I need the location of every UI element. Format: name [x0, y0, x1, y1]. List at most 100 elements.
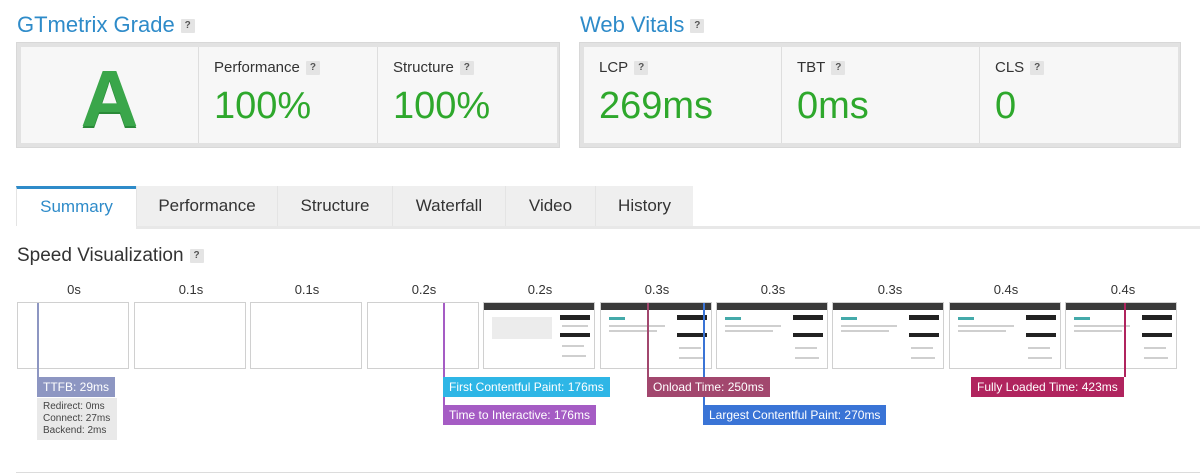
- cls-cell: CLS? 0: [980, 47, 1178, 143]
- filmstrip-frame-blank[interactable]: [250, 302, 362, 369]
- tick-label: 0.1s: [294, 282, 320, 297]
- help-icon[interactable]: ?: [305, 61, 320, 76]
- screenshot-logo: [841, 317, 857, 320]
- screenshot-line: [679, 357, 703, 359]
- screenshot-line: [725, 330, 773, 332]
- screenshot-button: [1026, 315, 1056, 320]
- tick-label: 0.2s: [527, 282, 553, 297]
- lcp-value: 269ms: [599, 85, 714, 127]
- fully-loaded-tag: Fully Loaded Time: 423ms: [971, 377, 1124, 397]
- tab-waterfall[interactable]: Waterfall: [392, 186, 505, 226]
- screenshot-line: [795, 357, 819, 359]
- tick-label: 0.2s: [411, 282, 437, 297]
- screenshot-logo: [609, 317, 625, 320]
- screenshot-line: [725, 325, 781, 327]
- structure-cell: Structure? 100%: [378, 47, 557, 143]
- tbt-value: 0ms: [797, 85, 869, 127]
- tick-label: 0.4s: [1110, 282, 1136, 297]
- speed-visualization-title-text: Speed Visualization: [17, 245, 184, 266]
- structure-label-text: Structure: [393, 59, 454, 76]
- screenshot-line: [795, 347, 817, 349]
- ttfb-marker-line: [37, 303, 39, 377]
- help-icon[interactable]: ?: [690, 19, 705, 34]
- tabs-underline: [136, 226, 1200, 229]
- screenshot-line: [1074, 330, 1122, 332]
- ttfb-connect: Connect: 27ms: [43, 413, 111, 424]
- filmstrip-frame-blank[interactable]: [367, 302, 479, 369]
- tick-label: 0.3s: [877, 282, 903, 297]
- screenshot-logo: [1074, 317, 1090, 320]
- filmstrip-frame-screenshot[interactable]: [600, 302, 712, 369]
- filmstrip-frame-screenshot[interactable]: [716, 302, 828, 369]
- screenshot-button: [793, 333, 823, 337]
- filmstrip-frame-blank[interactable]: [17, 302, 129, 369]
- help-icon[interactable]: ?: [1030, 61, 1045, 76]
- filmstrip-frame-screenshot[interactable]: [949, 302, 1061, 369]
- tbt-cell: TBT? 0ms: [782, 47, 980, 143]
- screenshot-button: [1142, 333, 1172, 337]
- screenshot-line: [562, 355, 586, 357]
- help-icon[interactable]: ?: [459, 61, 474, 76]
- screenshot-header: [833, 303, 943, 310]
- screenshot-line: [609, 325, 665, 327]
- tick-label: 0s: [67, 282, 81, 297]
- lcp-tag: Largest Contentful Paint: 270ms: [703, 405, 887, 425]
- screenshot-line: [1028, 357, 1052, 359]
- tab-history[interactable]: History: [595, 186, 693, 226]
- lcp-cell: LCP? 269ms: [584, 47, 782, 143]
- screenshot-button: [1026, 333, 1056, 337]
- tti-tag: Time to Interactive: 176ms: [443, 405, 596, 425]
- grade-panel: A Performance? 100% Structure? 100%: [16, 42, 560, 148]
- fcp-tag: First Contentful Paint: 176ms: [443, 377, 610, 397]
- tick-label: 0.1s: [178, 282, 204, 297]
- web-vitals-title-text: Web Vitals: [580, 12, 685, 37]
- fully-loaded-marker-line: [1124, 303, 1126, 377]
- performance-label: Performance?: [214, 59, 320, 76]
- filmstrip-frame-screenshot[interactable]: [832, 302, 944, 369]
- tab-structure[interactable]: Structure: [277, 186, 392, 226]
- screenshot-header: [601, 303, 711, 310]
- screenshot-line: [841, 325, 897, 327]
- screenshot-logo: [725, 317, 741, 320]
- screenshot-line: [1144, 347, 1166, 349]
- gtmetrix-grade-title-text: GTmetrix Grade: [17, 12, 175, 37]
- tab-performance[interactable]: Performance: [136, 186, 277, 226]
- grade-letter: A: [80, 54, 139, 143]
- help-icon[interactable]: ?: [180, 19, 195, 34]
- vitals-panel: LCP? 269ms TBT? 0ms CLS? 0: [579, 42, 1181, 148]
- screenshot-logo: [958, 317, 974, 320]
- lcp-label: LCP?: [599, 59, 649, 76]
- screenshot-button: [560, 333, 590, 337]
- screenshot-button: [560, 315, 590, 320]
- performance-cell: Performance? 100%: [199, 47, 378, 143]
- onload-marker-line: [647, 303, 649, 377]
- screenshot-button: [1142, 315, 1172, 320]
- screenshot-block: [492, 317, 552, 339]
- ttfb-tag: TTFB: 29ms: [37, 377, 116, 397]
- gtmetrix-grade-title: GTmetrix Grade?: [17, 12, 195, 38]
- screenshot-header: [484, 303, 594, 310]
- tab-summary[interactable]: Summary: [16, 186, 136, 226]
- tab-video[interactable]: Video: [505, 186, 595, 226]
- structure-value: 100%: [393, 85, 491, 127]
- help-icon[interactable]: ?: [189, 248, 204, 263]
- screenshot-header: [950, 303, 1060, 310]
- screenshot-button: [909, 333, 939, 337]
- screenshot-header: [717, 303, 827, 310]
- screenshot-line: [911, 357, 935, 359]
- onload-tag: Onload Time: 250ms: [647, 377, 770, 397]
- filmstrip-frame-screenshot[interactable]: [1065, 302, 1177, 369]
- filmstrip-frame-blank[interactable]: [134, 302, 246, 369]
- screenshot-line: [1028, 347, 1050, 349]
- help-icon[interactable]: ?: [634, 61, 649, 76]
- bottom-divider: [16, 472, 1200, 473]
- performance-label-text: Performance: [214, 59, 300, 76]
- tbt-label-text: TBT: [797, 59, 826, 76]
- filmstrip-frame-screenshot[interactable]: [483, 302, 595, 369]
- help-icon[interactable]: ?: [831, 61, 846, 76]
- screenshot-line: [911, 347, 933, 349]
- timeline-ticks: 0s 0.1s 0.1s 0.2s 0.2s 0.3s 0.3s 0.3s 0.…: [16, 282, 1200, 300]
- screenshot-line: [609, 330, 657, 332]
- screenshot-line: [958, 330, 1006, 332]
- tbt-label: TBT?: [797, 59, 846, 76]
